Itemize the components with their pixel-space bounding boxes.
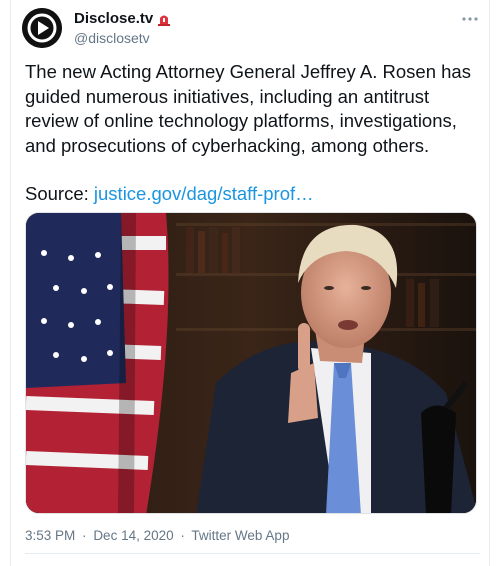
photo-image (26, 213, 476, 513)
more-options-icon[interactable] (460, 12, 480, 24)
tweet-body: The new Acting Attorney General Jeffrey … (25, 60, 480, 207)
divider (25, 553, 480, 554)
source-label: Source: (25, 183, 89, 204)
tweet-source-line: Source: justice.gov/dag/staff-prof… (25, 182, 480, 207)
meta-separator: · (82, 528, 87, 543)
disclose-logo-icon (22, 8, 62, 48)
tweet-text: The new Acting Attorney General Jeffrey … (25, 61, 471, 156)
police-light-icon (157, 12, 171, 26)
tweet-date[interactable]: Dec 14, 2020 (93, 528, 173, 543)
account-name-row[interactable]: Disclose.tv (74, 10, 171, 27)
tweet-photo[interactable] (25, 212, 477, 514)
display-name[interactable]: Disclose.tv (74, 10, 153, 27)
account-handle[interactable]: @disclosetv (74, 30, 150, 46)
source-link[interactable]: justice.gov/dag/staff-prof… (94, 183, 314, 204)
tweet-metadata: 3:53 PM · Dec 14, 2020 · Twitter Web App (25, 528, 292, 543)
tweet-client[interactable]: Twitter Web App (191, 528, 289, 543)
tweet-time[interactable]: 3:53 PM (25, 528, 75, 543)
profile-avatar[interactable] (22, 8, 62, 48)
meta-separator: · (180, 528, 185, 543)
